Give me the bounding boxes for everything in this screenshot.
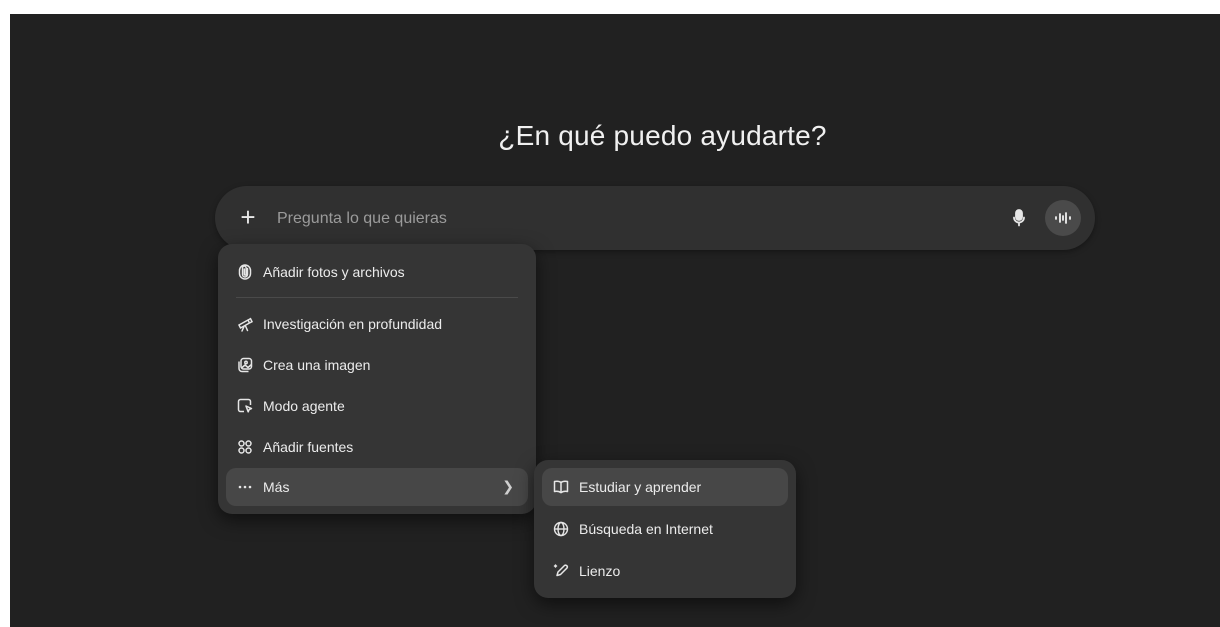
menu-item-label: Investigación en profundidad [263,316,443,332]
menu-item-agent-mode[interactable]: Modo agente [226,387,528,425]
sources-icon [236,438,254,456]
prompt-input[interactable] [275,204,959,234]
page-title: ¿En qué puedo ayudarte? [498,120,827,151]
menu-item-label: Modo agente [263,398,345,414]
menu-item-label: Añadir fuentes [263,439,354,455]
menu-item-add-sources[interactable]: Añadir fuentes [226,428,528,466]
paperclip-icon [236,263,254,281]
telescope-icon [236,315,254,333]
globe-icon [552,520,570,538]
menu-item-label: Crea una imagen [263,357,371,373]
submenu-item-web-search[interactable]: Búsqueda en Internet [542,510,788,548]
submenu-item-label: Búsqueda en Internet [579,521,713,537]
agent-icon [236,397,254,415]
pencil-icon [552,562,570,580]
more-icon [236,478,254,496]
submenu-item-label: Estudiar y aprender [579,479,702,495]
menu-item-more[interactable]: Más ❯ [226,468,528,506]
chevron-right-icon: ❯ [502,478,514,494]
microphone-icon[interactable] [1005,204,1033,232]
submenu-item-label: Lienzo [579,563,621,579]
voice-mode-icon[interactable] [1045,200,1081,236]
plus-icon[interactable]: + [234,204,262,232]
book-icon [552,478,570,496]
menu-item-create-image[interactable]: Crea una imagen [226,346,528,384]
app-screen: ¿En qué puedo ayudarte? + Añ [10,14,1220,627]
menu-divider [236,297,518,298]
submenu-item-canvas[interactable]: Lienzo [542,552,788,590]
menu-item-add-files[interactable]: Añadir fotos y archivos [226,253,528,291]
prompt-composer: + [215,186,1095,250]
menu-item-label: Más [263,479,290,495]
image-icon [236,356,254,374]
submenu-item-study[interactable]: Estudiar y aprender [542,468,788,506]
menu-item-label: Añadir fotos y archivos [263,264,405,280]
menu-item-deep-research[interactable]: Investigación en profundidad [226,305,528,343]
attach-menu: Añadir fotos y archivos Investigación en… [218,244,536,514]
more-submenu: Estudiar y aprender Búsqueda en Internet… [534,460,796,598]
